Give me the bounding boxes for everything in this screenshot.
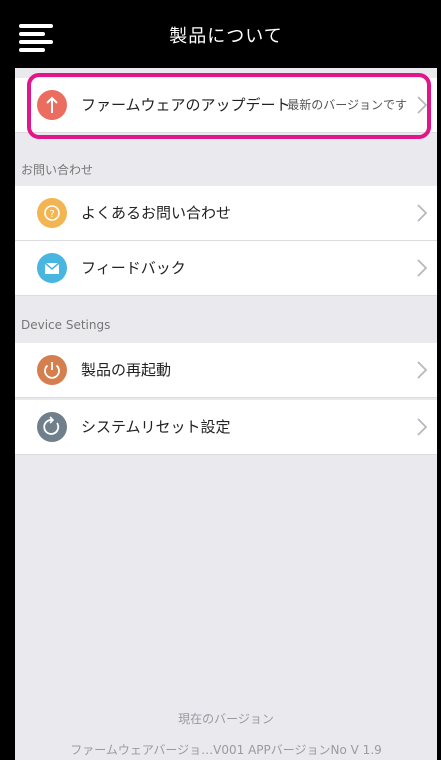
version-info: ファームウェアバージョ…V001 APPバージョンNo V 1.9: [70, 743, 382, 757]
chevron-right-icon: [417, 361, 427, 379]
chevron-right-icon: [417, 259, 427, 277]
system-reset-row[interactable]: システムリセット設定: [15, 400, 437, 455]
system-reset-label: システムリセット設定: [81, 418, 231, 436]
device-frame-right: [437, 0, 441, 760]
feedback-label: フィードバック: [81, 259, 186, 277]
page-title: 製品について: [169, 26, 283, 47]
device-frame-left: [0, 0, 15, 760]
navigation-bar: 製品について: [15, 0, 437, 68]
chevron-right-icon: [417, 204, 427, 222]
chevron-right-icon: [417, 418, 427, 436]
faq-label: よくあるお問い合わせ: [81, 204, 232, 222]
reset-icon: [37, 412, 67, 442]
power-icon: [37, 355, 67, 385]
section-header-contact: お問い合わせ: [21, 163, 94, 177]
mail-icon: [37, 253, 67, 283]
restart-label: 製品の再起動: [81, 361, 172, 379]
section-header-device: Device Setings: [21, 318, 111, 332]
faq-row[interactable]: ? よくあるお問い合わせ: [15, 186, 437, 241]
question-icon: ?: [37, 198, 67, 228]
feedback-row[interactable]: フィードバック: [15, 241, 437, 296]
restart-row[interactable]: 製品の再起動: [15, 343, 437, 398]
current-version-label: 現在のバージョン: [178, 712, 274, 726]
firmware-highlight-annotation: [27, 73, 431, 139]
svg-text:?: ?: [49, 209, 54, 220]
